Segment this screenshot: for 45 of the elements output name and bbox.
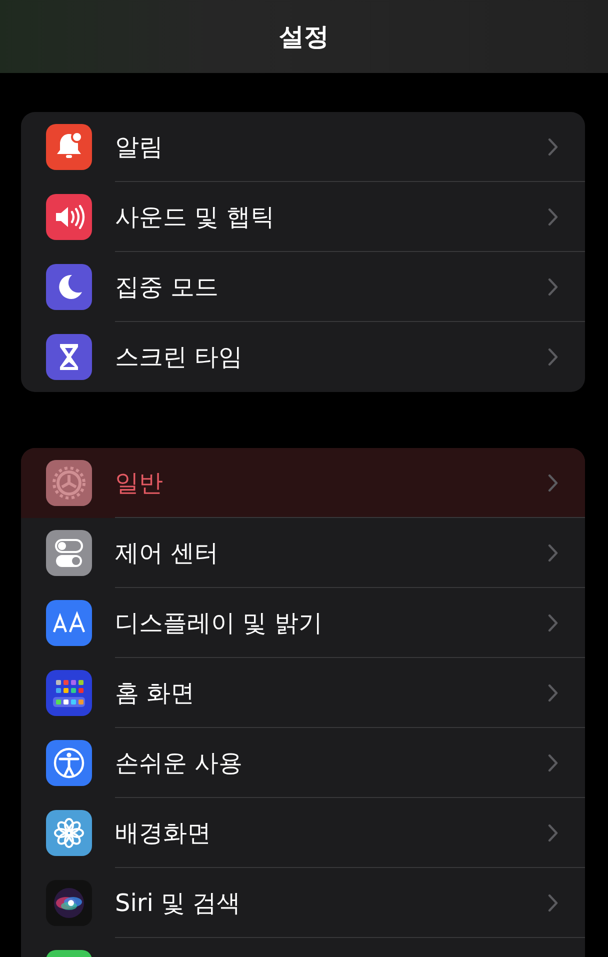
chevron-icon — [548, 754, 558, 772]
row-label: 알림 — [115, 132, 163, 162]
chevron-icon — [548, 474, 558, 492]
chevron-icon — [548, 348, 558, 366]
row-label: 일반 — [115, 468, 163, 498]
hourglass-icon — [46, 334, 92, 380]
settings-row[interactable]: 손쉬운 사용 — [21, 728, 585, 798]
chevron-icon — [548, 544, 558, 562]
settings-row[interactable]: 스크린 타임 — [21, 322, 585, 392]
chevron-icon — [548, 684, 558, 702]
row-label: 제어 센터 — [115, 538, 219, 568]
chevron-icon — [548, 824, 558, 842]
row-label: Siri 및 검색 — [115, 888, 241, 918]
row-label: 손쉬운 사용 — [115, 748, 243, 778]
settings-row[interactable]: 집중 모드 — [21, 252, 585, 322]
settings-row[interactable]: 사운드 및 햅틱 — [21, 182, 585, 252]
row-label: 디스플레이 및 밝기 — [115, 608, 322, 638]
orb-icon — [46, 880, 92, 926]
screen-title: 설정 — [279, 21, 329, 53]
bell-icon — [46, 124, 92, 170]
row-label: 사운드 및 햅틱 — [115, 202, 274, 232]
settings-row[interactable]: 홈 화면 — [21, 658, 585, 728]
gear-icon — [46, 460, 92, 506]
chevron-icon — [548, 138, 558, 156]
app-grid-icon — [46, 670, 92, 716]
row-label: 스크린 타임 — [115, 342, 243, 373]
accessibility-icon — [46, 740, 92, 786]
chevron-icon — [548, 894, 558, 912]
row-label: 배경화면 — [115, 818, 211, 848]
flower-icon — [46, 810, 92, 856]
chevron-icon — [548, 278, 558, 296]
settings-row[interactable]: 제어 센터 — [21, 518, 585, 588]
row-label: 홈 화면 — [115, 678, 195, 708]
moon-icon — [46, 264, 92, 310]
chevron-icon — [548, 614, 558, 632]
row-label: 집중 모드 — [115, 272, 219, 302]
toggle-switches-icon — [46, 530, 92, 576]
chevron-icon — [548, 208, 558, 226]
settings-row[interactable]: Siri 및 검색 — [21, 868, 585, 938]
settings-row[interactable]: 일반 — [21, 448, 585, 518]
text-size-icon — [46, 600, 92, 646]
settings-row[interactable]: 배경화면 — [21, 798, 585, 868]
settings-row[interactable]: 알림 — [21, 112, 585, 182]
speaker-icon — [46, 194, 92, 240]
settings-row[interactable]: 디스플레이 및 밝기 — [21, 588, 585, 658]
